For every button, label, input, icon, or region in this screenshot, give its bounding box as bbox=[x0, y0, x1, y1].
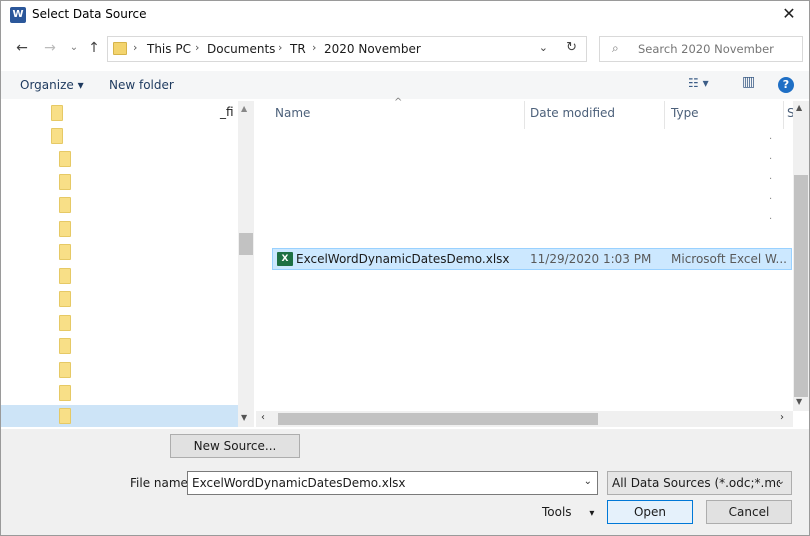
refresh-icon[interactable]: ↻ bbox=[566, 40, 577, 55]
file-name: ExcelWordDynamicDatesDemo.xlsx bbox=[296, 252, 510, 266]
scroll-right-arrow-icon[interactable]: › bbox=[780, 412, 784, 423]
navigation-row: ← → ⌄ ↑ › This PC › Documents › TR › 202… bbox=[1, 33, 809, 65]
file-name-field[interactable]: ExcelWordDynamicDatesDemo.xlsx ⌄ bbox=[187, 471, 598, 495]
folder-icon[interactable] bbox=[59, 268, 71, 284]
breadcrumb-separator: › bbox=[278, 41, 283, 54]
excel-file-icon: X bbox=[277, 252, 293, 266]
sort-ascending-icon: ^ bbox=[394, 97, 403, 108]
folder-icon[interactable] bbox=[59, 221, 71, 237]
address-bar[interactable]: › This PC › Documents › TR › 2020 Novemb… bbox=[107, 36, 587, 62]
column-divider[interactable] bbox=[664, 101, 665, 129]
file-name-dropdown-icon[interactable]: ⌄ bbox=[584, 476, 592, 487]
up-folder-arrow-icon[interactable]: ↑ bbox=[85, 39, 103, 57]
chevron-down-icon[interactable]: ⌄ bbox=[777, 476, 785, 487]
navigation-pane: _fi ▲ ▼ bbox=[1, 101, 254, 429]
column-divider[interactable] bbox=[783, 101, 784, 129]
vertical-scroll-thumb[interactable] bbox=[794, 175, 808, 397]
tools-caret-icon: ▾ bbox=[589, 508, 595, 519]
command-toolbar: Organize ▾ New folder ☷ ▾ ▥ ? bbox=[1, 71, 809, 99]
horizontal-scroll-thumb[interactable] bbox=[278, 413, 598, 425]
recent-locations-chevron-icon[interactable]: ⌄ bbox=[65, 39, 83, 57]
scroll-up-arrow-icon[interactable]: ▲ bbox=[796, 103, 802, 112]
cancel-button[interactable]: Cancel bbox=[706, 500, 792, 524]
scroll-left-arrow-icon[interactable]: ‹ bbox=[261, 412, 265, 423]
open-button[interactable]: Open bbox=[607, 500, 693, 524]
column-header-type[interactable]: Type bbox=[671, 106, 699, 120]
tools-menu-button[interactable]: Tools ▾ bbox=[542, 505, 594, 519]
file-name-value: ExcelWordDynamicDatesDemo.xlsx bbox=[192, 476, 406, 490]
file-type: Microsoft Excel W... bbox=[671, 252, 787, 266]
breadcrumb-documents[interactable]: Documents bbox=[207, 42, 275, 56]
new-folder-button[interactable]: New folder bbox=[109, 78, 174, 92]
nav-scroll-thumb[interactable] bbox=[239, 233, 253, 255]
breadcrumb-separator: › bbox=[195, 41, 200, 54]
breadcrumb-2020-november[interactable]: 2020 November bbox=[324, 42, 421, 56]
file-type-filter-value: All Data Sources (*.odc;*.mdb;* bbox=[612, 476, 780, 490]
file-list-vertical-scrollbar[interactable]: ▲ ▼ bbox=[793, 101, 809, 411]
folder-icon[interactable] bbox=[59, 362, 71, 378]
folder-icon[interactable] bbox=[59, 385, 71, 401]
nav-item-fragment[interactable]: _fi bbox=[220, 105, 234, 119]
breadcrumb-this-pc[interactable]: This PC bbox=[147, 42, 191, 56]
title-bar: W Select Data Source ✕ bbox=[1, 1, 809, 29]
word-app-icon: W bbox=[10, 7, 26, 23]
address-dropdown-icon[interactable]: ⌄ bbox=[539, 41, 548, 54]
tools-label: Tools bbox=[542, 505, 572, 519]
file-name-label: File name: bbox=[130, 476, 192, 490]
folder-icon[interactable] bbox=[59, 338, 71, 354]
forward-arrow-icon[interactable]: → bbox=[41, 39, 59, 57]
folder-icon bbox=[113, 42, 127, 55]
organize-button[interactable]: Organize ▾ bbox=[20, 78, 84, 92]
nav-selected-item[interactable] bbox=[1, 405, 238, 427]
close-icon[interactable]: ✕ bbox=[777, 3, 801, 25]
nav-pane-scrollbar[interactable]: ▲ ▼ bbox=[238, 101, 254, 427]
dialog-title: Select Data Source bbox=[32, 7, 147, 21]
breadcrumb-separator: › bbox=[312, 41, 317, 54]
folder-icon[interactable] bbox=[51, 128, 63, 144]
column-header-date-modified[interactable]: Date modified bbox=[530, 106, 615, 120]
breadcrumb-separator: › bbox=[133, 41, 138, 54]
folder-icon[interactable] bbox=[59, 291, 71, 307]
folder-icon[interactable] bbox=[51, 105, 63, 121]
file-list-horizontal-scrollbar[interactable]: ‹ › bbox=[256, 411, 793, 427]
file-date-modified: 11/29/2020 1:03 PM bbox=[530, 252, 652, 266]
change-view-icon[interactable]: ☷ ▾ bbox=[688, 76, 709, 90]
folder-icon[interactable] bbox=[59, 197, 71, 213]
preview-pane-icon[interactable]: ▥ bbox=[742, 74, 755, 90]
back-arrow-icon[interactable]: ← bbox=[13, 39, 31, 57]
scroll-down-arrow-icon[interactable]: ▼ bbox=[796, 397, 802, 406]
column-header-name[interactable]: Name bbox=[275, 106, 310, 120]
folder-icon[interactable] bbox=[59, 151, 71, 167]
folder-icon[interactable] bbox=[59, 408, 71, 424]
file-list-pane: ^ Name Date modified Type S · · · · · X … bbox=[256, 97, 809, 429]
breadcrumb-tr[interactable]: TR bbox=[290, 42, 306, 56]
scroll-down-arrow-icon[interactable]: ▼ bbox=[241, 413, 247, 422]
column-divider[interactable] bbox=[524, 101, 525, 129]
new-source-button[interactable]: New Source... bbox=[170, 434, 300, 458]
select-data-source-dialog: W Select Data Source ✕ ← → ⌄ ↑ › This PC… bbox=[0, 0, 810, 536]
file-type-filter-select[interactable]: All Data Sources (*.odc;*.mdb;* ⌄ bbox=[607, 471, 792, 495]
file-row[interactable]: X ExcelWordDynamicDatesDemo.xlsx 11/29/2… bbox=[272, 248, 792, 270]
search-input[interactable] bbox=[638, 41, 798, 57]
search-box[interactable]: ⌕ bbox=[599, 36, 803, 62]
dialog-footer: New Source... File name: ExcelWordDynami… bbox=[1, 429, 809, 535]
folder-icon[interactable] bbox=[59, 244, 71, 260]
search-icon: ⌕ bbox=[612, 41, 619, 55]
folder-icon[interactable] bbox=[59, 315, 71, 331]
folder-icon[interactable] bbox=[59, 174, 71, 190]
help-icon[interactable]: ? bbox=[778, 77, 794, 93]
scroll-up-arrow-icon[interactable]: ▲ bbox=[241, 104, 247, 113]
